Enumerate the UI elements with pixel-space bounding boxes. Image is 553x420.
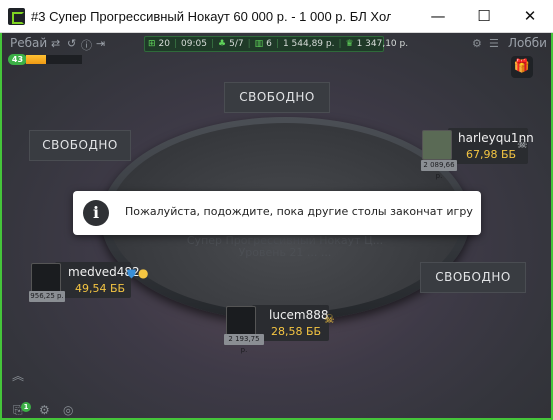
player-stack: 67,98 ББ — [466, 148, 517, 161]
players-left: 20 — [158, 39, 170, 49]
chip-count: 956,25 р. — [29, 291, 65, 302]
avatar — [226, 306, 256, 336]
seated-count: 5/7 — [229, 39, 244, 49]
rebuy-button[interactable]: Ребай — [10, 36, 47, 50]
prize-pool: 1 347,10 р. — [356, 39, 409, 49]
current-place: 6 — [266, 39, 272, 49]
settings-icon[interactable]: ⚙ — [472, 37, 482, 50]
free-seat-left[interactable]: СВОБОДНО — [29, 130, 131, 161]
close-button[interactable]: ✕ — [507, 0, 553, 33]
poker-table-area: Ребай ⇄ ↺ ⓘ ⇥ ⊞ 20 | 09:05 | ♣ 5/7 | ▥ 6… — [0, 33, 553, 420]
free-seat-top[interactable]: СВОБОДНО — [224, 82, 330, 113]
window-titlebar: #3 Супер Прогрессивный Нокаут 60 000 р. … — [0, 0, 553, 33]
skull-icon: ☠ — [517, 137, 528, 151]
level-badge: 43 — [8, 54, 27, 65]
window-title: #3 Супер Прогрессивный Нокаут 60 000 р. … — [31, 9, 391, 24]
table-logo-line2: Уровень 21 ... ... — [238, 246, 332, 259]
player-seat-medved482[interactable]: medved482 49,54 ББ — [55, 262, 140, 298]
info-icon[interactable]: ⓘ — [81, 37, 92, 53]
skull-icon: ☠ — [324, 312, 335, 326]
place-icon: ▥ — [254, 39, 264, 49]
collapse-icon[interactable]: ︽ — [12, 367, 24, 384]
player-stack: 49,54 ББ — [75, 282, 126, 295]
chip-count: 2 089,66 р. — [421, 160, 457, 180]
rebuy-icon[interactable]: ⇄ — [51, 37, 60, 50]
level-progress-fill — [26, 55, 46, 64]
bounty-icon: ⛊ — [127, 267, 137, 281]
dealer-icon: ● — [138, 266, 149, 280]
tournament-info-bar: ⊞ 20 | 09:05 | ♣ 5/7 | ▥ 6 | 1 544,89 р.… — [144, 36, 408, 52]
chip-count: 2 193,75 р. — [224, 334, 264, 354]
player-seat-harleyqu1nn[interactable]: harleyqu1nn 67,98 ББ — [448, 128, 534, 164]
gamepad-icon[interactable]: ◎ — [63, 403, 73, 417]
avatar — [422, 130, 452, 160]
player-stack: 28,58 ББ — [271, 325, 322, 338]
notification-badge: 1 — [21, 402, 31, 412]
exit-icon[interactable]: ⇥ — [96, 37, 105, 50]
replay-icon[interactable]: ↺ — [67, 37, 76, 50]
settings-icon[interactable]: ⚙ — [39, 403, 50, 417]
trophy-icon: ♛ — [345, 39, 354, 49]
maximize-button[interactable]: ☐ — [461, 0, 507, 33]
level-timer: 09:05 — [181, 39, 207, 49]
app-icon — [8, 8, 25, 25]
free-seat-right[interactable]: СВОБОДНО — [420, 262, 526, 293]
level-progress-bar — [26, 55, 82, 64]
seat-icon: ♣ — [218, 39, 227, 49]
gift-icon[interactable]: 🎁 — [511, 56, 533, 78]
average-stack: 1 544,89 р. — [282, 39, 335, 49]
players-icon: ⊞ — [148, 39, 156, 49]
wait-message: i Пожалуйста, подождите, пока другие сто… — [73, 191, 481, 235]
chat-icon[interactable]: ☰ — [489, 37, 499, 50]
minimize-button[interactable]: — — [415, 0, 461, 33]
table-logo: Супер Прогрессивный Нокаут Ц... Уровень … — [170, 235, 400, 259]
avatar — [31, 263, 61, 293]
lobby-button[interactable]: Лобби — [508, 36, 547, 50]
info-icon: i — [83, 200, 109, 226]
wait-message-text: Пожалуйста, подождите, пока другие столы… — [125, 205, 473, 218]
player-name: lucem888 — [269, 308, 329, 322]
